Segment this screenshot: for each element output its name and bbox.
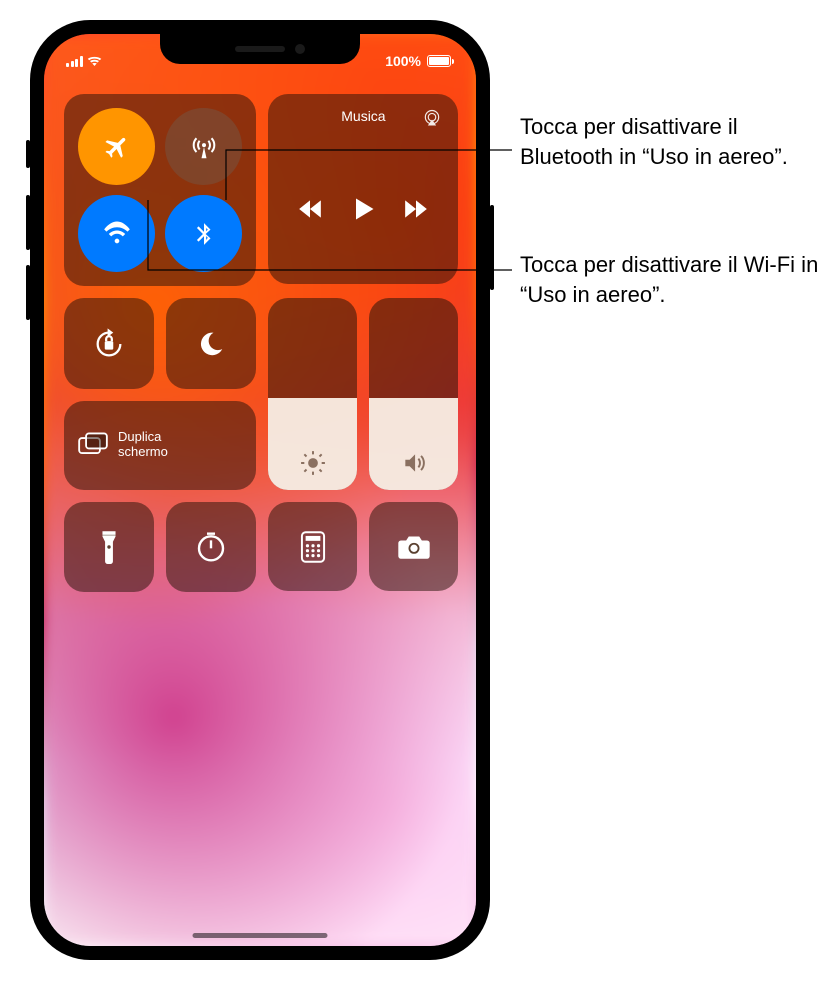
callout-bluetooth: Tocca per disattivare il Bluetooth in “U… (520, 112, 820, 171)
battery-icon (427, 55, 454, 67)
wifi-status-icon (87, 56, 102, 67)
battery-percent-label: 100% (385, 53, 421, 69)
cellular-signal-icon (66, 56, 83, 67)
notch (160, 34, 360, 64)
callout-wifi: Tocca per disattivare il Wi-Fi in “Uso i… (520, 250, 820, 309)
